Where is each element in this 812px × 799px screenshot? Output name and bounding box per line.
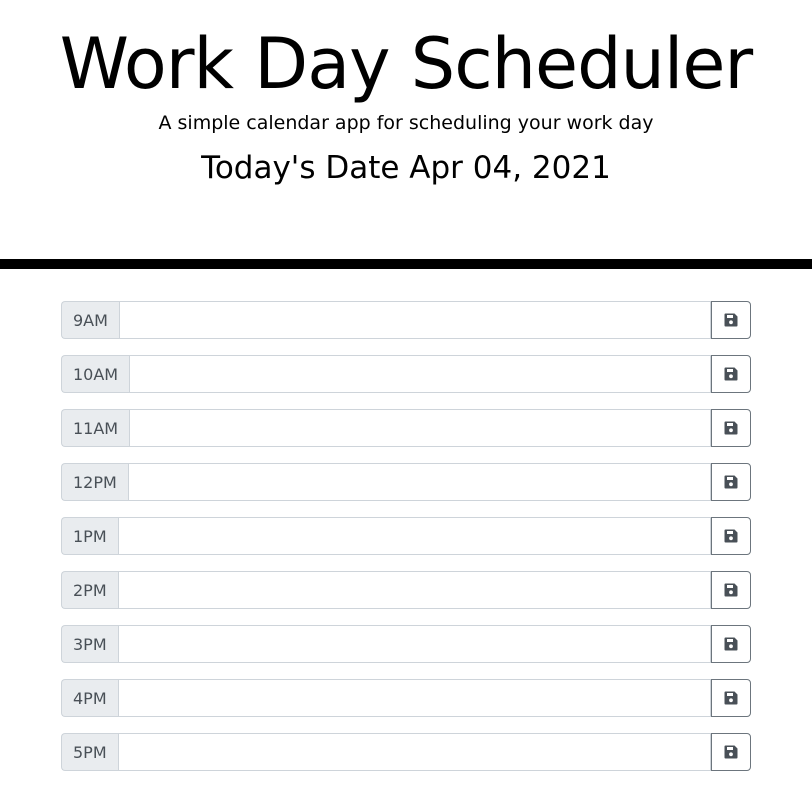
save-button[interactable] [711, 517, 751, 555]
schedule-container: 9AM 10AM 11AM 12PM 1PM 2PM 3PM 4PM 5PM [61, 301, 751, 787]
hour-label: 2PM [61, 571, 118, 609]
page-subtitle: A simple calendar app for scheduling you… [158, 112, 654, 134]
header-divider [0, 259, 812, 269]
hour-label: 9AM [61, 301, 119, 339]
save-button[interactable] [711, 409, 751, 447]
floppy-disk-icon [724, 691, 738, 705]
event-input[interactable] [118, 301, 711, 339]
event-input[interactable] [117, 625, 711, 663]
floppy-disk-icon [724, 475, 738, 489]
time-block-2pm: 2PM [61, 571, 751, 609]
floppy-disk-icon [724, 529, 738, 543]
floppy-disk-icon [724, 583, 738, 597]
hour-label: 11AM [61, 409, 130, 447]
save-button[interactable] [711, 733, 751, 771]
event-input[interactable] [117, 517, 711, 555]
current-date: Today's Date Apr 04, 2021 [201, 150, 611, 186]
floppy-disk-icon [724, 421, 738, 435]
save-button[interactable] [711, 625, 751, 663]
event-input[interactable] [127, 463, 711, 501]
save-button[interactable] [711, 355, 751, 393]
floppy-disk-icon [724, 745, 738, 759]
page-header: Work Day Scheduler A simple calendar app… [0, 0, 812, 259]
time-block-12pm: 12PM [61, 463, 751, 501]
hour-label: 12PM [61, 463, 128, 501]
time-block-5pm: 5PM [61, 733, 751, 771]
hour-label: 3PM [61, 625, 118, 663]
event-input[interactable] [129, 355, 711, 393]
hour-label: 4PM [61, 679, 118, 717]
hour-label: 10AM [61, 355, 130, 393]
save-button[interactable] [711, 679, 751, 717]
time-block-4pm: 4PM [61, 679, 751, 717]
save-button[interactable] [711, 301, 751, 339]
time-block-10am: 10AM [61, 355, 751, 393]
event-input[interactable] [117, 679, 711, 717]
save-button[interactable] [711, 463, 751, 501]
floppy-disk-icon [724, 637, 738, 651]
time-block-9am: 9AM [61, 301, 751, 339]
event-input[interactable] [117, 733, 711, 771]
save-button[interactable] [711, 571, 751, 609]
event-input[interactable] [129, 409, 711, 447]
floppy-disk-icon [724, 313, 738, 327]
time-block-3pm: 3PM [61, 625, 751, 663]
floppy-disk-icon [724, 367, 738, 381]
event-input[interactable] [117, 571, 711, 609]
hour-label: 5PM [61, 733, 118, 771]
page-title: Work Day Scheduler [59, 23, 753, 105]
hour-label: 1PM [61, 517, 118, 555]
time-block-11am: 11AM [61, 409, 751, 447]
time-block-1pm: 1PM [61, 517, 751, 555]
